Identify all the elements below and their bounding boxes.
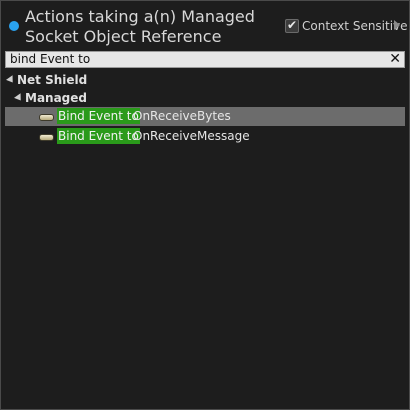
event-pin-icon	[39, 134, 54, 141]
action-name: OnReceiveBytes	[133, 109, 231, 123]
expand-arrow-icon[interactable]	[394, 20, 400, 30]
action-item-bind-on-receive-message[interactable]: Bind Event to OnReceiveMessage	[5, 127, 405, 146]
category-label: Net Shield	[17, 73, 88, 87]
status-dot-icon	[9, 21, 19, 31]
context-sensitive-checkbox[interactable]: ✔	[285, 18, 299, 33]
header: Actions taking a(n) Managed Socket Objec…	[1, 1, 409, 49]
category-label: Managed	[25, 91, 87, 105]
menu-title: Actions taking a(n) Managed Socket Objec…	[25, 7, 255, 46]
action-name: OnReceiveMessage	[133, 129, 250, 143]
search-input[interactable]	[10, 52, 380, 67]
event-pin-icon	[39, 114, 54, 121]
action-item-bind-on-receive-bytes[interactable]: Bind Event to OnReceiveBytes	[5, 107, 405, 126]
checkmark-icon: ✔	[287, 18, 298, 32]
search-match-highlight: Bind Event to	[57, 108, 140, 124]
action-menu-panel: Actions taking a(n) Managed Socket Objec…	[0, 0, 410, 410]
collapse-triangle-icon[interactable]	[6, 74, 16, 85]
collapse-triangle-icon[interactable]	[14, 92, 24, 103]
clear-icon[interactable]: ✕	[389, 51, 401, 67]
context-sensitive-label: Context Sensitive	[302, 19, 408, 33]
search-box[interactable]: ✕	[5, 51, 405, 68]
category-net-shield[interactable]: Net Shield	[6, 72, 88, 88]
category-managed[interactable]: Managed	[14, 90, 87, 106]
search-match-highlight: Bind Event to	[57, 128, 140, 144]
